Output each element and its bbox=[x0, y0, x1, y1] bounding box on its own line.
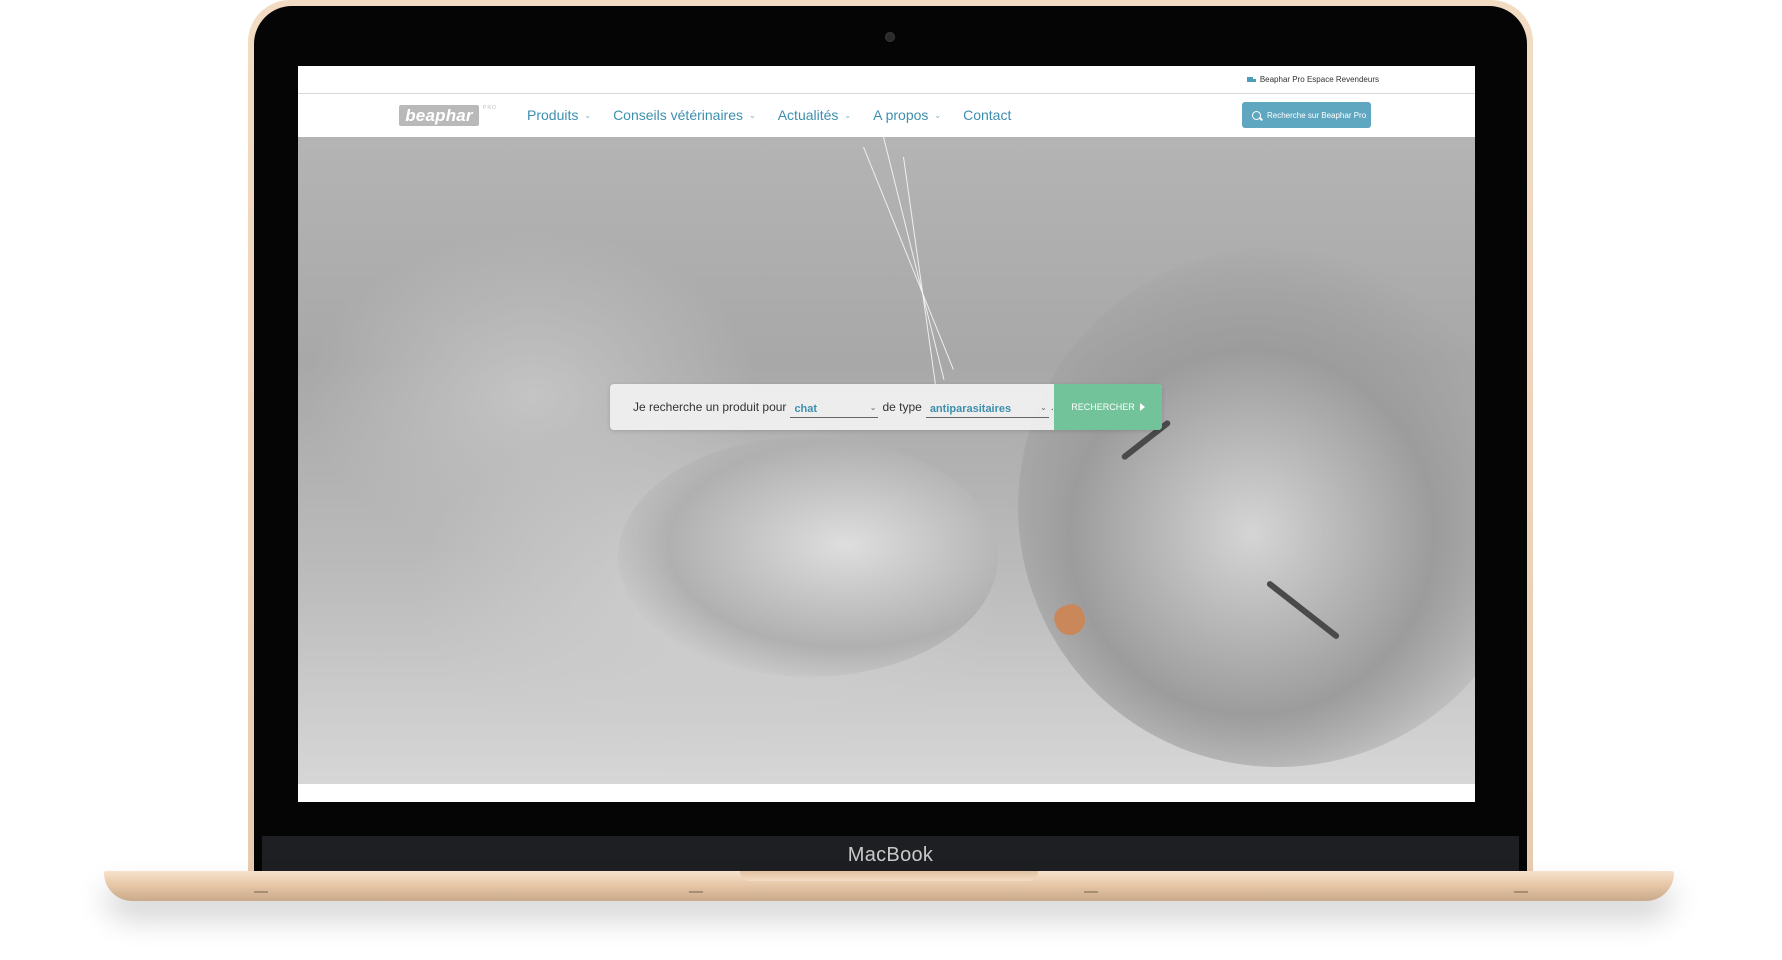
browser-viewport: Beaphar Pro Espace Revendeurs beaphar PR… bbox=[298, 66, 1475, 802]
chevron-down-icon: ⌄ bbox=[934, 110, 942, 120]
utility-bar: Beaphar Pro Espace Revendeurs bbox=[298, 66, 1475, 94]
nav-item-label: Contact bbox=[963, 107, 1012, 123]
search-submit-label: RECHERCHER bbox=[1071, 402, 1135, 412]
site-search-button[interactable]: Recherche sur Beaphar Pro bbox=[1242, 102, 1371, 128]
laptop-foot bbox=[1514, 891, 1528, 893]
chevron-down-icon: ⌄ bbox=[1040, 402, 1047, 412]
nav-item-contact[interactable]: Contact bbox=[963, 107, 1011, 123]
search-icon bbox=[1252, 110, 1261, 120]
nav-item-label: Conseils vétérinaires bbox=[613, 107, 744, 123]
site-search-label: Recherche sur Beaphar Pro bbox=[1267, 110, 1367, 120]
logo-pro-mark: PRO bbox=[483, 105, 497, 111]
finder-prefix: Je recherche un produit pour bbox=[633, 400, 787, 414]
beaphar-logo[interactable]: beaphar bbox=[399, 105, 479, 126]
animal-select[interactable]: chat ⌄ bbox=[790, 401, 879, 418]
animal-select-value: chat bbox=[794, 402, 818, 415]
hero-cat-head bbox=[1018, 247, 1475, 767]
search-submit-button[interactable]: RECHERCHER bbox=[1054, 384, 1162, 430]
camera-icon bbox=[885, 32, 895, 42]
hero-cat-whisker bbox=[863, 146, 954, 370]
hero-cat-whisker bbox=[883, 137, 945, 380]
laptop-foot bbox=[254, 891, 268, 893]
chevron-down-icon: ⌄ bbox=[869, 402, 877, 412]
nav-item-actualites[interactable]: Actualités ⌄ bbox=[778, 107, 851, 123]
truck-icon bbox=[1246, 76, 1256, 83]
pro-reseller-label: Beaphar Pro Espace Revendeurs bbox=[1259, 75, 1379, 84]
laptop-notch bbox=[740, 871, 1038, 881]
main-navbar: beaphar PRO Produits ⌄ Conseils vétérina… bbox=[298, 94, 1475, 138]
product-finder: Je recherche un produit pour chat ⌄ de t… bbox=[610, 384, 1162, 430]
nav-item-apropos[interactable]: A propos ⌄ bbox=[873, 107, 941, 123]
chevron-down-icon: ⌄ bbox=[584, 110, 592, 120]
nav-menu: Produits ⌄ Conseils vétérinaires ⌄ Actua… bbox=[527, 107, 1033, 123]
finder-middle: de type bbox=[882, 400, 922, 414]
hero-cat-paw bbox=[618, 437, 998, 677]
type-select[interactable]: antiparasitaires ⌄ bbox=[925, 401, 1049, 418]
nav-item-conseils[interactable]: Conseils vétérinaires ⌄ bbox=[613, 107, 756, 123]
nav-item-label: Produits bbox=[527, 107, 579, 123]
device-brand: MacBook bbox=[847, 844, 934, 866]
nav-item-label: A propos bbox=[873, 107, 929, 123]
type-select-value: antiparasitaires bbox=[929, 402, 1012, 415]
nav-item-label: Actualités bbox=[777, 107, 839, 123]
laptop-foot bbox=[1084, 891, 1098, 893]
nav-item-produits[interactable]: Produits ⌄ bbox=[527, 107, 591, 123]
laptop-base bbox=[104, 871, 1674, 901]
play-arrow-icon bbox=[1139, 403, 1145, 411]
hero-banner: Je recherche un produit pour chat ⌄ de t… bbox=[298, 137, 1475, 784]
chevron-down-icon: ⌄ bbox=[749, 110, 756, 120]
hero-cat-whisker bbox=[903, 156, 937, 385]
laptop-foot bbox=[689, 891, 703, 893]
chevron-down-icon: ⌄ bbox=[844, 110, 852, 120]
laptop-chin: MacBook bbox=[262, 836, 1519, 876]
pro-reseller-link[interactable]: Beaphar Pro Espace Revendeurs bbox=[1246, 75, 1379, 84]
